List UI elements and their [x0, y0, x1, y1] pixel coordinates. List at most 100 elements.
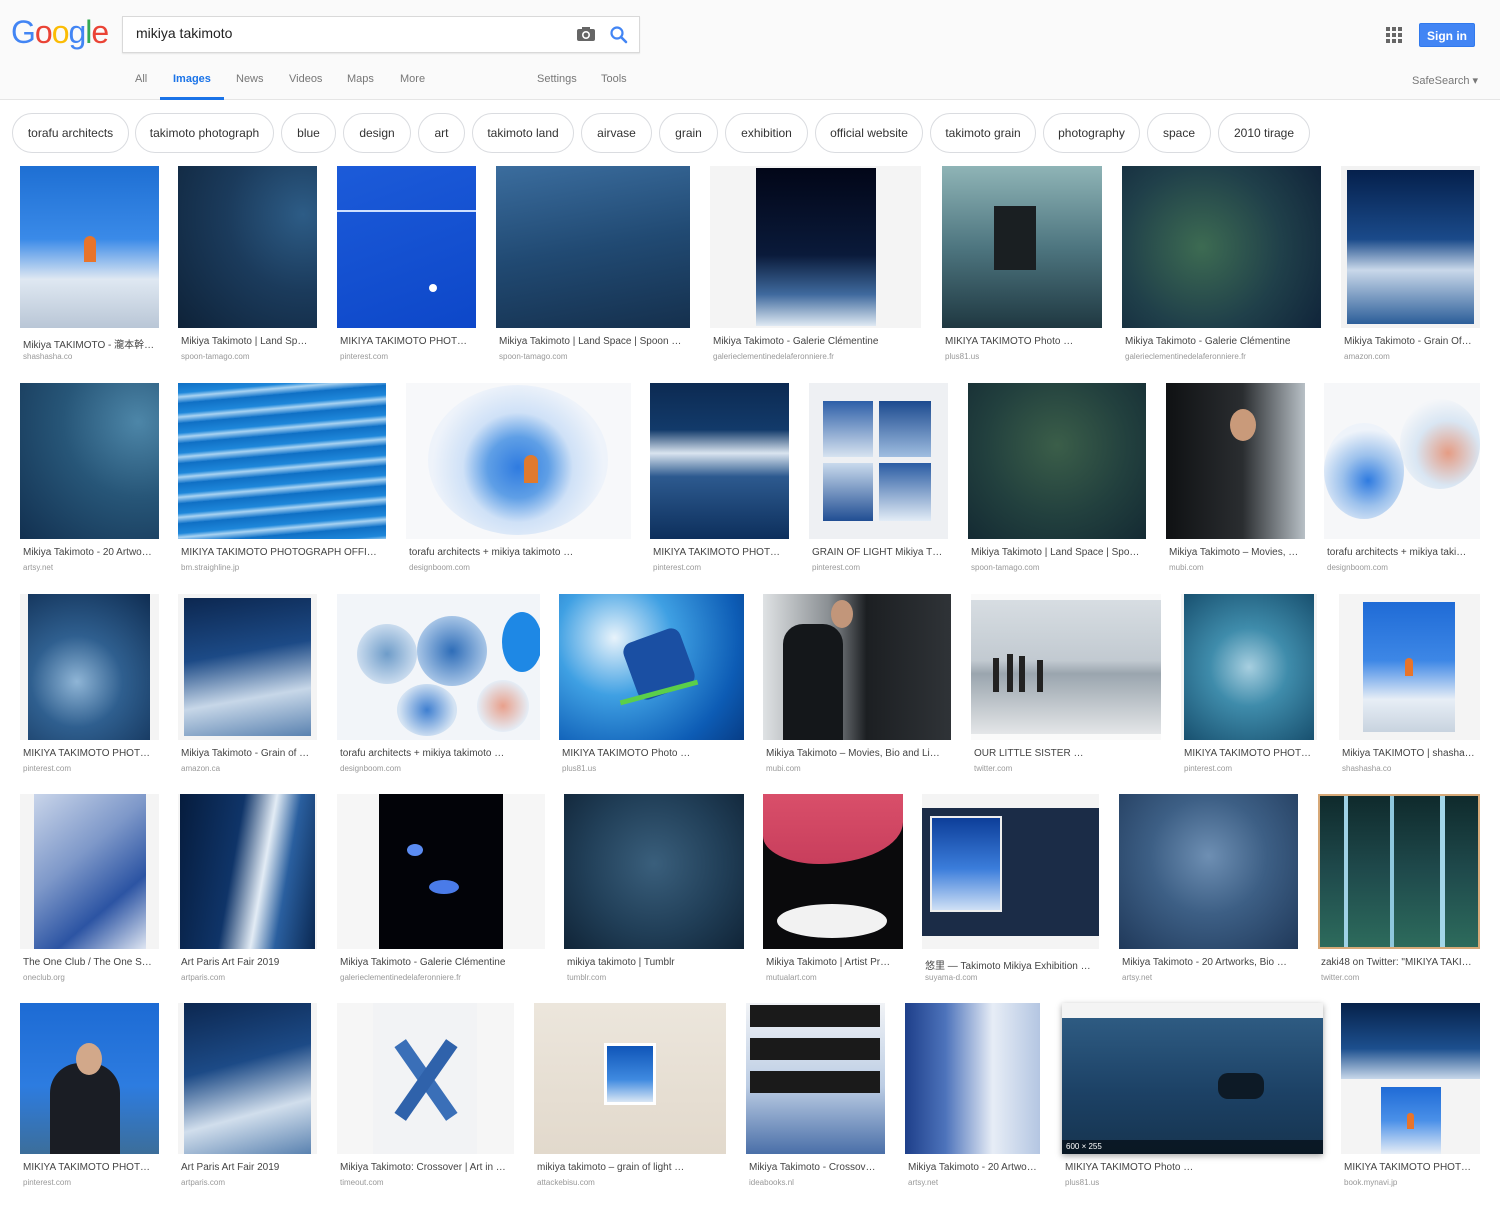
result-caption[interactable]: MIKIYA TAKIMOTO PHOT…: [340, 336, 479, 347]
image-result[interactable]: Mikiya Takimoto: Crossover | Art in … ti…: [337, 1003, 514, 1190]
tab-more[interactable]: More: [400, 73, 425, 100]
image-result[interactable]: Art Paris Art Fair 2019 artparis.com: [178, 1003, 317, 1190]
result-thumbnail[interactable]: [20, 794, 159, 949]
result-thumbnail[interactable]: [1166, 383, 1305, 539]
result-thumbnail[interactable]: 600 × 255: [1062, 1003, 1323, 1154]
image-result[interactable]: MIKIYA TAKIMOTO Photo … plus81.us: [942, 166, 1102, 364]
result-thumbnail[interactable]: [178, 383, 386, 539]
result-caption[interactable]: Art Paris Art Fair 2019: [181, 957, 320, 968]
result-caption[interactable]: torafu architects + mikiya takimoto …: [340, 748, 543, 759]
result-caption[interactable]: Mikiya Takimoto - Galerie Clémentine: [713, 336, 924, 347]
sign-in-button[interactable]: Sign in: [1419, 23, 1475, 47]
result-thumbnail[interactable]: [905, 1003, 1040, 1154]
image-result[interactable]: MIKIYA TAKIMOTO PHOT… pinterest.com: [1181, 594, 1317, 776]
image-result[interactable]: OUR LITTLE SISTER … twitter.com: [971, 594, 1161, 776]
result-caption[interactable]: MIKIYA TAKIMOTO PHOT…: [23, 1162, 162, 1173]
result-caption[interactable]: MIKIYA TAKIMOTO Photo …: [945, 336, 1105, 347]
image-result[interactable]: MIKIYA TAKIMOTO PHOT… pinterest.com: [337, 166, 476, 364]
chip[interactable]: 2010 tirage: [1218, 113, 1310, 153]
result-caption[interactable]: 悠里 — Takimoto Mikiya Exhibition …: [925, 957, 1102, 972]
result-caption[interactable]: Mikiya Takimoto - 20 Artworks, Bio …: [1122, 957, 1301, 968]
result-thumbnail[interactable]: [746, 1003, 885, 1154]
result-caption[interactable]: Art Paris Art Fair 2019: [181, 1162, 320, 1173]
result-thumbnail[interactable]: [1119, 794, 1298, 949]
image-result[interactable]: Mikiya Takimoto - Galerie Clémentine gal…: [710, 166, 921, 364]
image-result[interactable]: zaki48 on Twitter: "MIKIYA TAKI… twitter…: [1318, 794, 1480, 985]
chip[interactable]: takimoto land: [472, 113, 574, 153]
result-caption[interactable]: Mikiya Takimoto - Crossov…: [749, 1162, 888, 1173]
result-thumbnail[interactable]: [809, 383, 948, 539]
image-result[interactable]: Mikiya TAKIMOTO - 瀧本幹… shashasha.co: [20, 166, 159, 364]
result-caption[interactable]: Mikiya Takimoto | Land Sp…: [181, 336, 320, 347]
result-thumbnail[interactable]: [20, 594, 159, 740]
result-thumbnail[interactable]: [942, 166, 1102, 328]
search-icon[interactable]: [609, 25, 629, 45]
chip[interactable]: takimoto photograph: [135, 113, 274, 153]
result-thumbnail[interactable]: [971, 594, 1161, 740]
chip[interactable]: art: [418, 113, 465, 153]
result-caption[interactable]: Mikiya Takimoto - Galerie Clémentine: [1125, 336, 1324, 347]
result-thumbnail[interactable]: [1324, 383, 1480, 539]
image-result[interactable]: Mikiya Takimoto | Artist Pr… mutualart.c…: [763, 794, 903, 985]
tab-maps[interactable]: Maps: [347, 73, 374, 100]
image-result[interactable]: Mikiya Takimoto | Land Space | Spo… spoo…: [968, 383, 1146, 575]
result-thumbnail[interactable]: [1341, 166, 1480, 328]
image-result[interactable]: Mikiya Takimoto - Grain of … amazon.ca: [178, 594, 317, 776]
result-thumbnail[interactable]: [337, 794, 545, 949]
result-thumbnail[interactable]: [178, 166, 317, 328]
image-result[interactable]: torafu architects + mikiya takimoto … de…: [337, 594, 540, 776]
result-thumbnail[interactable]: [178, 594, 317, 740]
result-thumbnail[interactable]: [763, 594, 951, 740]
image-result[interactable]: Art Paris Art Fair 2019 artparis.com: [178, 794, 317, 985]
result-thumbnail[interactable]: [178, 1003, 317, 1154]
result-caption[interactable]: Mikiya Takimoto - Grain Of…: [1344, 336, 1483, 347]
image-result[interactable]: Mikiya Takimoto - Galerie Clémentine gal…: [1122, 166, 1321, 364]
chip[interactable]: takimoto grain: [930, 113, 1036, 153]
result-caption[interactable]: MIKIYA TAKIMOTO PHOT…: [1184, 748, 1320, 759]
result-caption[interactable]: Mikiya Takimoto - 20 Artwo…: [908, 1162, 1043, 1173]
image-result[interactable]: torafu architects + mikiya taki… designb…: [1324, 383, 1480, 575]
result-caption[interactable]: Mikiya Takimoto: Crossover | Art in …: [340, 1162, 517, 1173]
chip[interactable]: design: [343, 113, 411, 153]
result-caption[interactable]: mikiya takimoto | Tumblr: [567, 957, 747, 968]
result-caption[interactable]: mikiya takimoto – grain of light …: [537, 1162, 729, 1173]
image-result[interactable]: Mikiya Takimoto - 20 Artwo… artsy.net: [20, 383, 159, 575]
settings-link[interactable]: Settings: [537, 73, 577, 100]
result-thumbnail[interactable]: [337, 594, 540, 740]
result-caption[interactable]: Mikiya Takimoto | Artist Pr…: [766, 957, 906, 968]
result-thumbnail[interactable]: [1339, 594, 1480, 740]
result-caption[interactable]: MIKIYA TAKIMOTO PHOT…: [23, 748, 162, 759]
result-thumbnail[interactable]: [496, 166, 690, 328]
result-caption[interactable]: Mikiya Takimoto - Grain of …: [181, 748, 320, 759]
image-result[interactable]: MIKIYA TAKIMOTO PHOT… pinterest.com: [20, 594, 159, 776]
result-caption[interactable]: MIKIYA TAKIMOTO Photo …: [1065, 1162, 1326, 1173]
result-caption[interactable]: Mikiya TAKIMOTO - 瀧本幹…: [23, 336, 162, 351]
image-result[interactable]: torafu architects + mikiya takimoto … de…: [406, 383, 631, 575]
result-thumbnail[interactable]: [1318, 794, 1480, 949]
chip[interactable]: official website: [815, 113, 923, 153]
result-thumbnail[interactable]: [559, 594, 744, 740]
result-thumbnail[interactable]: [534, 1003, 726, 1154]
tab-news[interactable]: News: [236, 73, 264, 100]
image-result[interactable]: MIKIYA TAKIMOTO PHOT… pinterest.com: [20, 1003, 159, 1190]
tab-videos[interactable]: Videos: [289, 73, 322, 100]
camera-icon[interactable]: [576, 26, 596, 42]
result-thumbnail[interactable]: [922, 794, 1099, 949]
image-result[interactable]: Mikiya Takimoto | Land Sp… spoon-tamago.…: [178, 166, 317, 364]
image-result[interactable]: MIKIYA TAKIMOTO Photo … plus81.us: [559, 594, 744, 776]
result-thumbnail[interactable]: [178, 794, 317, 949]
image-result[interactable]: MIKIYA TAKIMOTO PHOTOGRAPH OFFI… bm.stra…: [178, 383, 386, 575]
image-result[interactable]: The One Club / The One S… oneclub.org: [20, 794, 159, 985]
chip[interactable]: torafu architects: [12, 113, 129, 153]
result-caption[interactable]: torafu architects + mikiya taki…: [1327, 547, 1483, 558]
result-caption[interactable]: Mikiya Takimoto | Land Space | Spoon …: [499, 336, 693, 347]
image-result[interactable]: Mikiya Takimoto - Galerie Clémentine gal…: [337, 794, 545, 985]
image-result[interactable]: Mikiya Takimoto | Land Space | Spoon … s…: [496, 166, 690, 364]
result-thumbnail[interactable]: [1181, 594, 1317, 740]
image-result[interactable]: Mikiya TAKIMOTO | shasha… shashasha.co: [1339, 594, 1480, 776]
image-result[interactable]: GRAIN OF LIGHT Mikiya T… pinterest.com: [809, 383, 948, 575]
result-caption[interactable]: zaki48 on Twitter: "MIKIYA TAKI…: [1321, 957, 1483, 968]
image-result[interactable]: Mikiya Takimoto – Movies, Bio and Li… mu…: [763, 594, 951, 776]
chip[interactable]: photography: [1043, 113, 1140, 153]
image-result[interactable]: Mikiya Takimoto - Grain Of… amazon.com: [1341, 166, 1480, 364]
